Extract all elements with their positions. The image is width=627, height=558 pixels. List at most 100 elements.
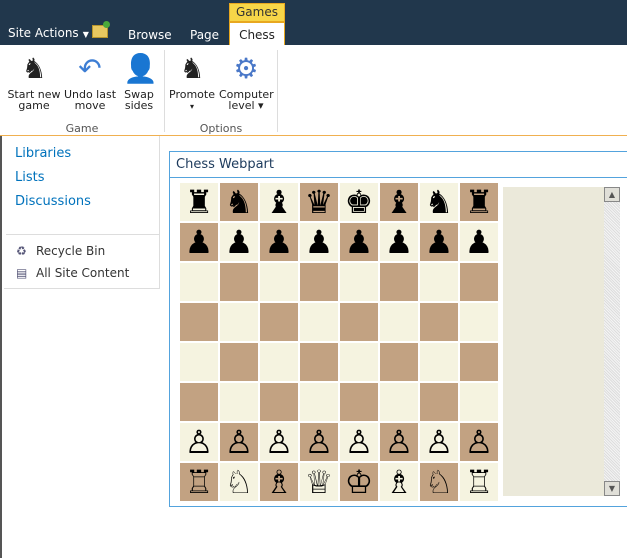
chess-piece[interactable]: ♕ — [305, 463, 334, 501]
board-square[interactable] — [260, 303, 298, 341]
nav-lists[interactable]: Lists — [15, 170, 45, 185]
board-square[interactable]: ♟ — [300, 223, 338, 261]
board-square[interactable]: ♖ — [180, 463, 218, 501]
chess-piece[interactable]: ♞ — [225, 183, 254, 221]
chess-piece[interactable]: ♙ — [385, 423, 414, 461]
chess-piece[interactable]: ♟ — [385, 223, 414, 261]
tab-browse[interactable]: Browse — [128, 28, 172, 42]
board-square[interactable]: ♟ — [460, 223, 498, 261]
computer-level-dropdown[interactable]: ⚙ Computer level ▾ — [219, 53, 274, 112]
board-square[interactable]: ♙ — [260, 423, 298, 461]
board-square[interactable] — [380, 303, 418, 341]
board-square[interactable]: ♝ — [260, 183, 298, 221]
chess-piece[interactable]: ♟ — [345, 223, 374, 261]
board-square[interactable]: ♜ — [180, 183, 218, 221]
board-square[interactable] — [300, 263, 338, 301]
swap-sides-button[interactable]: 👤 Swap sides — [120, 53, 158, 112]
chess-piece[interactable]: ♟ — [265, 223, 294, 261]
board-square[interactable] — [340, 303, 378, 341]
nav-recycle-bin[interactable]: ♻ Recycle Bin — [16, 244, 105, 258]
start-new-game-button[interactable]: ♞ Start new game — [7, 53, 61, 112]
board-square[interactable]: ♗ — [380, 463, 418, 501]
board-square[interactable] — [300, 383, 338, 421]
chess-piece[interactable]: ♜ — [465, 183, 494, 221]
chess-piece[interactable]: ♙ — [305, 423, 334, 461]
site-actions-menu[interactable]: Site Actions ▼ — [8, 26, 89, 40]
board-square[interactable] — [300, 303, 338, 341]
board-square[interactable]: ♔ — [340, 463, 378, 501]
board-square[interactable]: ♚ — [340, 183, 378, 221]
board-square[interactable]: ♘ — [420, 463, 458, 501]
move-list-textarea[interactable]: ▲ ▼ — [503, 187, 620, 496]
chess-piece[interactable]: ♔ — [345, 463, 374, 501]
board-square[interactable] — [380, 263, 418, 301]
undo-last-move-button[interactable]: ↶ Undo last move — [63, 53, 117, 112]
chess-piece[interactable]: ♘ — [425, 463, 454, 501]
board-square[interactable]: ♖ — [460, 463, 498, 501]
chess-piece[interactable]: ♙ — [465, 423, 494, 461]
chess-piece[interactable]: ♜ — [185, 183, 214, 221]
board-square[interactable] — [420, 343, 458, 381]
board-square[interactable] — [220, 263, 258, 301]
board-square[interactable]: ♘ — [220, 463, 258, 501]
chess-piece[interactable]: ♙ — [185, 423, 214, 461]
scroll-up-button[interactable]: ▲ — [604, 187, 620, 202]
board-square[interactable]: ♕ — [300, 463, 338, 501]
chess-piece[interactable]: ♙ — [345, 423, 374, 461]
chess-piece[interactable]: ♗ — [385, 463, 414, 501]
chess-piece[interactable]: ♘ — [225, 463, 254, 501]
board-square[interactable] — [220, 383, 258, 421]
board-square[interactable]: ♙ — [460, 423, 498, 461]
board-square[interactable]: ♟ — [220, 223, 258, 261]
board-square[interactable] — [180, 263, 218, 301]
chess-piece[interactable]: ♟ — [305, 223, 334, 261]
board-square[interactable] — [260, 343, 298, 381]
board-square[interactable] — [460, 383, 498, 421]
board-square[interactable] — [340, 343, 378, 381]
board-square[interactable]: ♜ — [460, 183, 498, 221]
board-square[interactable]: ♟ — [260, 223, 298, 261]
nav-all-site-content[interactable]: ▤ All Site Content — [16, 266, 129, 280]
chess-piece[interactable]: ♝ — [385, 183, 414, 221]
board-square[interactable]: ♛ — [300, 183, 338, 221]
board-square[interactable]: ♙ — [420, 423, 458, 461]
board-square[interactable]: ♟ — [420, 223, 458, 261]
board-square[interactable] — [220, 303, 258, 341]
board-square[interactable] — [180, 383, 218, 421]
chess-piece[interactable]: ♞ — [425, 183, 454, 221]
board-square[interactable] — [180, 303, 218, 341]
chess-piece[interactable]: ♟ — [465, 223, 494, 261]
board-square[interactable]: ♙ — [380, 423, 418, 461]
board-square[interactable] — [460, 343, 498, 381]
chess-piece[interactable]: ♙ — [265, 423, 294, 461]
board-square[interactable] — [340, 383, 378, 421]
chess-piece[interactable]: ♟ — [425, 223, 454, 261]
chess-piece[interactable]: ♙ — [225, 423, 254, 461]
vertical-scrollbar[interactable]: ▲ ▼ — [604, 187, 620, 496]
tab-page[interactable]: Page — [190, 28, 219, 42]
board-square[interactable] — [260, 263, 298, 301]
navigate-up-folder-icon[interactable] — [92, 21, 110, 38]
chess-piece[interactable]: ♖ — [185, 463, 214, 501]
board-square[interactable] — [420, 383, 458, 421]
board-square[interactable] — [460, 263, 498, 301]
board-square[interactable]: ♟ — [180, 223, 218, 261]
board-square[interactable]: ♗ — [260, 463, 298, 501]
board-square[interactable] — [420, 263, 458, 301]
chess-piece[interactable]: ♙ — [425, 423, 454, 461]
board-square[interactable]: ♞ — [220, 183, 258, 221]
board-square[interactable]: ♟ — [340, 223, 378, 261]
board-square[interactable] — [380, 343, 418, 381]
nav-libraries[interactable]: Libraries — [15, 146, 71, 161]
scroll-down-button[interactable]: ▼ — [604, 481, 620, 496]
chess-piece[interactable]: ♝ — [265, 183, 294, 221]
board-square[interactable] — [260, 383, 298, 421]
board-square[interactable]: ♙ — [300, 423, 338, 461]
board-square[interactable] — [300, 343, 338, 381]
promote-dropdown[interactable]: ♞ Promote ▾ — [168, 53, 216, 112]
board-square[interactable]: ♙ — [340, 423, 378, 461]
board-square[interactable]: ♟ — [380, 223, 418, 261]
nav-discussions[interactable]: Discussions — [15, 194, 91, 209]
board-square[interactable] — [220, 343, 258, 381]
board-square[interactable] — [380, 383, 418, 421]
